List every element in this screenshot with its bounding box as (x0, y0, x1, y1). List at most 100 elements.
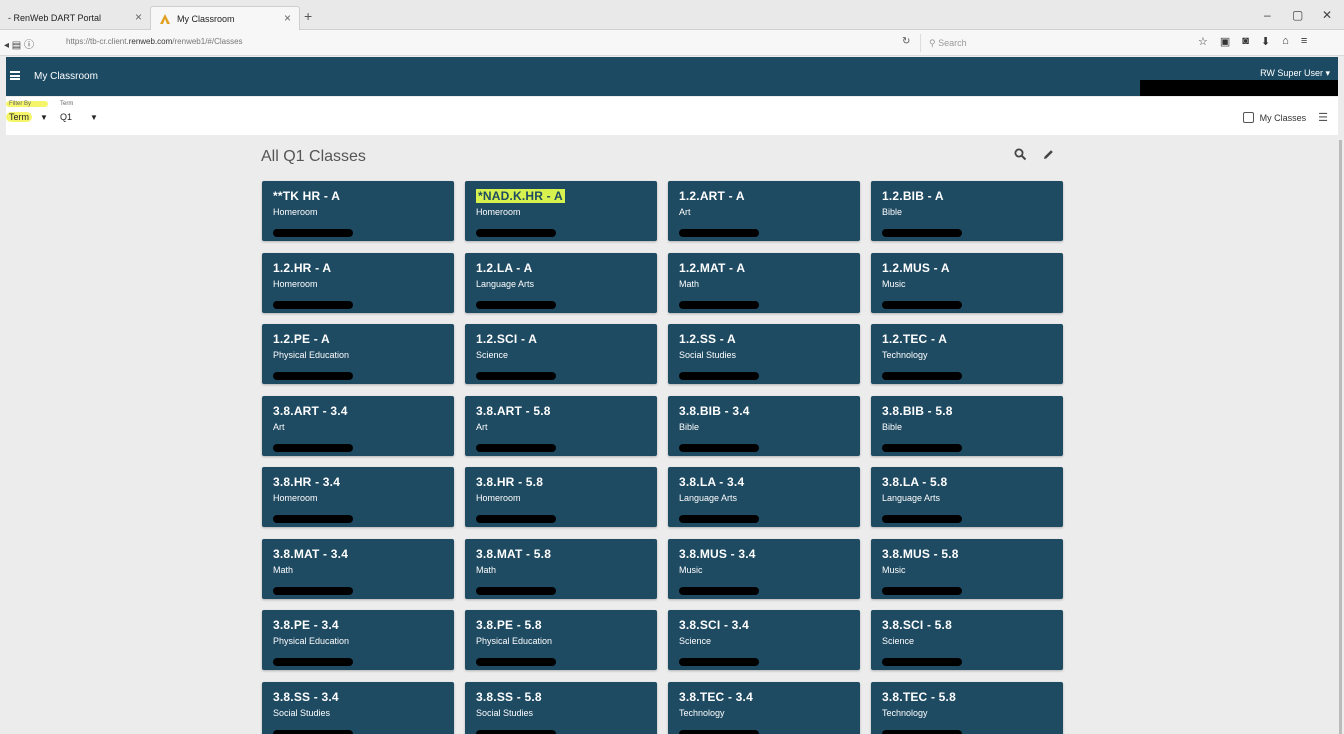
class-card[interactable]: 3.8.PE - 5.8 Physical Education (465, 610, 657, 670)
class-name: 3.8.SCI - 5.8 (882, 618, 952, 632)
class-subject: Language Arts (476, 278, 535, 289)
class-card[interactable]: 3.8.MUS - 3.4 Music (668, 538, 860, 599)
url-prefix: https://tb-cr.client. (66, 37, 129, 46)
class-card[interactable]: 3.8.BIB - 3.4 Bible (668, 395, 860, 456)
class-card[interactable]: 1.2.PE - A Physical Education (262, 324, 454, 384)
class-card[interactable]: 3.8.LA - 5.8 Language Arts (871, 467, 1063, 527)
reading-list-icon[interactable]: ▣ (1220, 35, 1230, 48)
class-card[interactable]: 1.2.HR - A Homeroom (262, 252, 454, 313)
redacted-block (1140, 80, 1338, 96)
menu-icon[interactable]: ≡ (1301, 35, 1307, 48)
class-name: 3.8.HR - 3.4 (273, 475, 341, 489)
list-view-icon[interactable]: ☰ (1318, 111, 1328, 124)
class-card[interactable]: 1.2.LA - A Language Arts (465, 252, 657, 313)
close-window-button[interactable]: ✕ (1322, 8, 1332, 22)
class-card[interactable]: 3.8.ART - 3.4 Art (262, 395, 454, 456)
pocket-icon[interactable]: ◙ (1242, 35, 1249, 48)
class-subject: Music (882, 564, 906, 575)
filter-by-label: Filter By (6, 101, 48, 107)
class-subject: Homeroom (273, 207, 318, 217)
class-subject: Physical Education (273, 636, 350, 646)
class-name: 1.2.BIB - A (882, 189, 944, 203)
redacted-teacher-name (273, 443, 353, 452)
class-card[interactable]: 3.8.SS - 5.8 Social Studies (465, 681, 657, 734)
class-subject: Technology (679, 707, 725, 718)
browser-search-input[interactable]: ⚲ Search (920, 34, 1170, 52)
class-name: 1.2.MUS - A (882, 260, 950, 275)
class-card[interactable]: 3.8.HR - 3.4 Homeroom (262, 467, 454, 527)
class-subject: Social Studies (679, 350, 737, 360)
new-tab-button[interactable]: + (304, 8, 312, 24)
hamburger-menu-icon[interactable] (10, 71, 20, 80)
class-card[interactable]: 3.8.HR - 5.8 Homeroom (465, 467, 657, 527)
my-classes-checkbox[interactable] (1242, 112, 1254, 123)
class-card[interactable]: **TK HR - A Homeroom (262, 181, 454, 241)
class-card[interactable]: 1.2.SCI - A Science (465, 324, 657, 384)
class-subject: Art (273, 421, 285, 432)
search-icon: ⚲ (929, 38, 936, 48)
term-label: Term (60, 101, 74, 107)
redacted-teacher-name (679, 372, 759, 380)
browser-tab-my-classroom[interactable]: My Classroom × (150, 6, 300, 30)
minimize-window-button[interactable]: – (1264, 8, 1271, 22)
class-card[interactable]: 3.8.MAT - 5.8 Math (465, 538, 657, 599)
class-subject: Math (273, 564, 294, 575)
page-scrollbar[interactable] (1339, 140, 1342, 734)
redacted-teacher-name (476, 443, 556, 452)
class-card[interactable]: 1.2.BIB - A Bible (871, 181, 1063, 241)
class-subject: Technology (882, 707, 928, 718)
class-card[interactable]: 3.8.SCI - 5.8 Science (871, 610, 1063, 670)
filter-by-dropdown[interactable]: Filter By Term ▼ (6, 101, 48, 125)
class-card[interactable]: 3.8.PE - 3.4 Physical Education (262, 610, 454, 670)
browser-tab-bar: - RenWeb DART Portal × My Classroom × + … (0, 0, 1344, 30)
class-name: 3.8.PE - 3.4 (273, 618, 339, 632)
close-tab-icon[interactable]: × (284, 11, 291, 25)
user-menu[interactable]: RW Super User ▾ (1260, 68, 1330, 79)
close-tab-icon[interactable]: × (135, 10, 142, 24)
reload-icon[interactable]: ↻ (902, 36, 910, 47)
class-name: 1.2.SS - A (679, 332, 736, 346)
class-card[interactable]: 3.8.MUS - 5.8 Music (871, 538, 1063, 599)
class-card[interactable]: 1.2.MUS - A Music (871, 252, 1063, 313)
class-name: 1.2.TEC - A (882, 332, 948, 346)
browser-tab-renweb-portal[interactable]: - RenWeb DART Portal × (0, 6, 150, 30)
redacted-teacher-name (476, 658, 556, 666)
class-card[interactable]: 1.2.MAT - A Math (668, 252, 860, 313)
class-name: 3.8.MUS - 5.8 (882, 546, 959, 561)
redacted-teacher-name (882, 229, 962, 237)
class-name: 3.8.MAT - 3.4 (273, 546, 349, 561)
url-suffix: /renweb1/#/Classes (172, 37, 243, 46)
class-subject: Social Studies (476, 707, 534, 718)
redacted-teacher-name (476, 372, 556, 380)
class-card[interactable]: 3.8.BIB - 5.8 Bible (871, 395, 1063, 456)
class-card[interactable]: *NAD.K.HR - A Homeroom (465, 181, 657, 241)
download-icon[interactable]: ⬇ (1261, 35, 1270, 48)
class-card[interactable]: 3.8.TEC - 3.4 Technology (668, 681, 860, 734)
my-classes-toggle[interactable]: My Classes ☰ (1242, 111, 1328, 124)
class-name: 1.2.MAT - A (679, 260, 746, 275)
class-card[interactable]: 3.8.SCI - 3.4 Science (668, 610, 860, 670)
term-dropdown[interactable]: Term Q1 ▼ (60, 101, 98, 125)
class-subject: Science (679, 636, 712, 646)
class-card-grid: **TK HR - A Homeroom *NAD.K.HR - A Homeroom… (262, 181, 1064, 734)
class-subject: Language Arts (679, 493, 738, 503)
class-card[interactable]: 3.8.MAT - 3.4 Math (262, 538, 454, 599)
redacted-teacher-name (476, 515, 556, 523)
class-card[interactable]: 3.8.LA - 3.4 Language Arts (668, 467, 860, 527)
url-field[interactable]: https://tb-cr.client.renweb.com/renweb1/… (66, 37, 886, 46)
back-icon[interactable]: ◂ ▤ ⓘ (4, 36, 34, 51)
redacted-teacher-name (476, 229, 556, 237)
edit-pencil-icon[interactable] (1042, 148, 1055, 164)
class-card[interactable]: 1.2.SS - A Social Studies (668, 324, 860, 384)
bookmark-star-icon[interactable]: ☆ (1198, 35, 1208, 48)
class-card[interactable]: 3.8.TEC - 5.8 Technology (871, 681, 1063, 734)
class-card[interactable]: 1.2.TEC - A Technology (871, 324, 1063, 384)
home-icon[interactable]: ⌂ (1282, 35, 1289, 48)
maximize-window-button[interactable]: ▢ (1292, 8, 1303, 22)
class-name: 3.8.LA - 5.8 (882, 475, 948, 489)
class-card[interactable]: 3.8.SS - 3.4 Social Studies (262, 681, 454, 734)
class-subject: Math (679, 278, 700, 289)
class-card[interactable]: 3.8.ART - 5.8 Art (465, 395, 657, 456)
class-card[interactable]: 1.2.ART - A Art (668, 181, 860, 241)
search-icon[interactable] (1014, 148, 1027, 164)
